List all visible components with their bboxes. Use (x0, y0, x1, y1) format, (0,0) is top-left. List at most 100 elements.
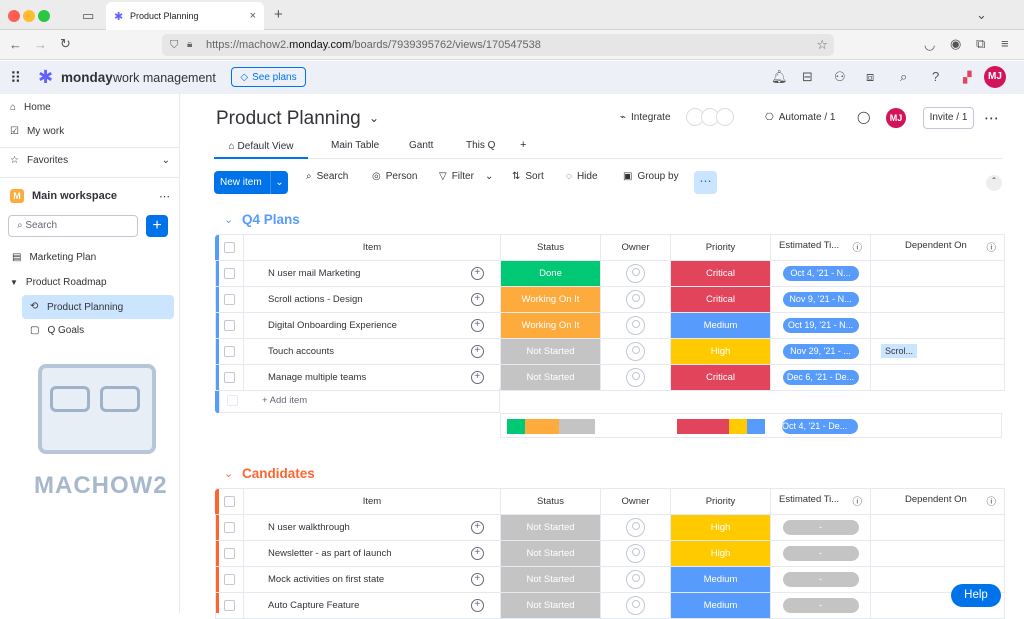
sidebar-item-home[interactable]: ⌂ Home (10, 102, 51, 113)
checkbox[interactable] (224, 319, 235, 331)
sidebar-search-input[interactable]: ⌕ Search (8, 215, 138, 237)
dependency-chip[interactable]: Scrol... (881, 344, 918, 359)
timeline-cell[interactable]: - (770, 565, 871, 593)
tab-main-table[interactable]: Main Table (331, 140, 379, 151)
browser-tab[interactable]: ✱ Product Planning × (106, 2, 264, 30)
owner-cell[interactable] (600, 539, 671, 567)
row-checkbox-cell[interactable] (215, 363, 244, 391)
tab-gantt[interactable]: Gantt (409, 140, 433, 151)
owner-cell[interactable] (600, 337, 671, 365)
add-update-icon[interactable]: + (454, 337, 501, 365)
table-row[interactable]: N user walkthrough + Not Started High - (215, 513, 1005, 541)
group-title-q4-plans[interactable]: Q4 Plans (242, 212, 300, 227)
timeline-cell[interactable]: - (770, 591, 871, 619)
owner-cell[interactable] (600, 285, 671, 313)
table-row[interactable]: Scroll actions - Design + Working On It Cri… (215, 285, 1005, 313)
pocket-icon[interactable]: ◡ (924, 38, 935, 51)
tab-default-view[interactable]: ⌂ Default View (214, 135, 308, 159)
hide-button[interactable]: ◌ Hide (566, 171, 598, 182)
priority-cell[interactable]: High (670, 539, 771, 567)
apps-grid-icon[interactable]: ⠿ (10, 69, 21, 87)
tab-overview-icon[interactable]: ▭ (82, 9, 94, 22)
collapse-header-icon[interactable]: ˆ (986, 175, 1002, 191)
header-checkbox-cell[interactable] (215, 488, 244, 515)
dependent-on-cell[interactable] (870, 513, 1005, 541)
status-cell[interactable]: Working On It (500, 311, 601, 339)
tab-list-chevron-icon[interactable]: ⌄ (976, 8, 987, 21)
timeline-cell[interactable]: - (770, 513, 871, 541)
status-cell[interactable]: Not Started (500, 363, 601, 391)
checkbox[interactable] (224, 267, 235, 279)
sidebar-item-marketing-plan[interactable]: ▤ Marketing Plan (12, 252, 96, 263)
info-icon[interactable]: ⓘ (852, 494, 862, 508)
invite-members-icon[interactable]: ⚇ (834, 70, 846, 83)
item-name-cell[interactable]: Mock activities on first state (243, 565, 455, 593)
account-icon[interactable]: ◉ (950, 37, 961, 50)
add-update-icon[interactable]: + (454, 539, 501, 567)
integrate-button[interactable]: ⌁ Integrate (620, 112, 671, 123)
group-title-candidates[interactable]: Candidates (242, 466, 315, 481)
timeline-cell[interactable]: Nov 29, '21 - ... (770, 337, 871, 365)
close-window-button[interactable] (8, 10, 20, 22)
column-header-owner[interactable]: Owner (600, 234, 671, 261)
timeline-cell[interactable]: Oct 4, '21 - N... (770, 259, 871, 287)
url-bar[interactable]: ⛉ 🔒︎ https://machow2.monday.com/boards/7… (162, 34, 834, 56)
new-item-button[interactable]: New item ⌄ (214, 171, 288, 194)
table-row[interactable]: Auto Capture Feature + Not Started Medium - (215, 591, 1005, 619)
status-cell[interactable]: Not Started (500, 513, 601, 541)
column-header-priority[interactable]: Priority (670, 234, 771, 261)
row-checkbox-cell[interactable] (215, 259, 244, 287)
dependent-on-cell[interactable] (870, 311, 1005, 339)
chevron-down-icon[interactable]: ⌄ (224, 213, 233, 226)
timeline-cell[interactable]: Dec 6, '21 - De... (770, 363, 871, 391)
info-icon[interactable]: ⓘ (986, 240, 996, 254)
add-update-icon[interactable]: + (454, 311, 501, 339)
more-toolbar-icon[interactable]: ⋯ (694, 171, 717, 194)
minimize-window-button[interactable] (23, 10, 35, 22)
see-plans-button[interactable]: ◇ See plans (231, 67, 306, 87)
add-update-icon[interactable]: + (454, 565, 501, 593)
checkbox[interactable] (224, 371, 235, 383)
owner-cell[interactable] (600, 259, 671, 287)
priority-cell[interactable]: Critical (670, 363, 771, 391)
reload-icon[interactable]: ↻ (60, 37, 71, 50)
close-tab-icon[interactable]: × (250, 10, 256, 22)
table-row[interactable]: Mock activities on first state + Not Start… (215, 565, 1005, 593)
status-cell[interactable]: Working On It (500, 285, 601, 313)
search-button[interactable]: ⌕ Search (306, 171, 348, 182)
row-checkbox-cell[interactable] (215, 285, 244, 313)
item-name-cell[interactable]: Touch accounts (243, 337, 455, 365)
row-checkbox-cell[interactable] (215, 311, 244, 339)
row-checkbox-cell[interactable] (215, 565, 244, 593)
timeline-cell[interactable]: Oct 19, '21 - N... (770, 311, 871, 339)
chevron-down-icon[interactable]: ⌄ (270, 171, 288, 194)
checkbox[interactable] (224, 345, 235, 357)
priority-cell[interactable]: Critical (670, 285, 771, 313)
row-checkbox-cell[interactable] (215, 591, 244, 619)
sort-button[interactable]: ⇅ Sort (512, 171, 544, 182)
add-update-icon[interactable]: + (454, 591, 501, 619)
priority-cell[interactable]: Medium (670, 565, 771, 593)
row-checkbox-cell[interactable] (215, 513, 244, 541)
column-header-timeline[interactable]: Estimated Ti... ⓘ (770, 234, 871, 261)
add-update-icon[interactable]: + (454, 363, 501, 391)
zoom-window-button[interactable] (38, 10, 50, 22)
checkbox[interactable] (224, 547, 235, 559)
add-update-icon[interactable]: + (454, 259, 501, 287)
column-header-item[interactable]: Item (243, 234, 501, 261)
add-update-icon[interactable]: + (454, 513, 501, 541)
user-avatar[interactable]: MJ (984, 66, 1006, 88)
column-header-item[interactable]: Item (243, 488, 501, 515)
checkbox[interactable] (223, 495, 235, 507)
checkbox[interactable] (224, 599, 235, 611)
checkbox[interactable] (224, 521, 235, 533)
column-header-owner[interactable]: Owner (600, 488, 671, 515)
owner-cell[interactable] (600, 565, 671, 593)
add-update-icon[interactable]: + (454, 285, 501, 313)
tab-this-q[interactable]: This Q (466, 140, 495, 151)
table-row[interactable]: Manage multiple teams + Not Started Critica… (215, 363, 1005, 391)
more-options-icon[interactable]: ⋯ (159, 190, 170, 203)
dependent-on-cell[interactable] (870, 539, 1005, 567)
add-view-button[interactable]: + (520, 139, 526, 151)
invite-button[interactable]: Invite / 1 (923, 107, 974, 129)
